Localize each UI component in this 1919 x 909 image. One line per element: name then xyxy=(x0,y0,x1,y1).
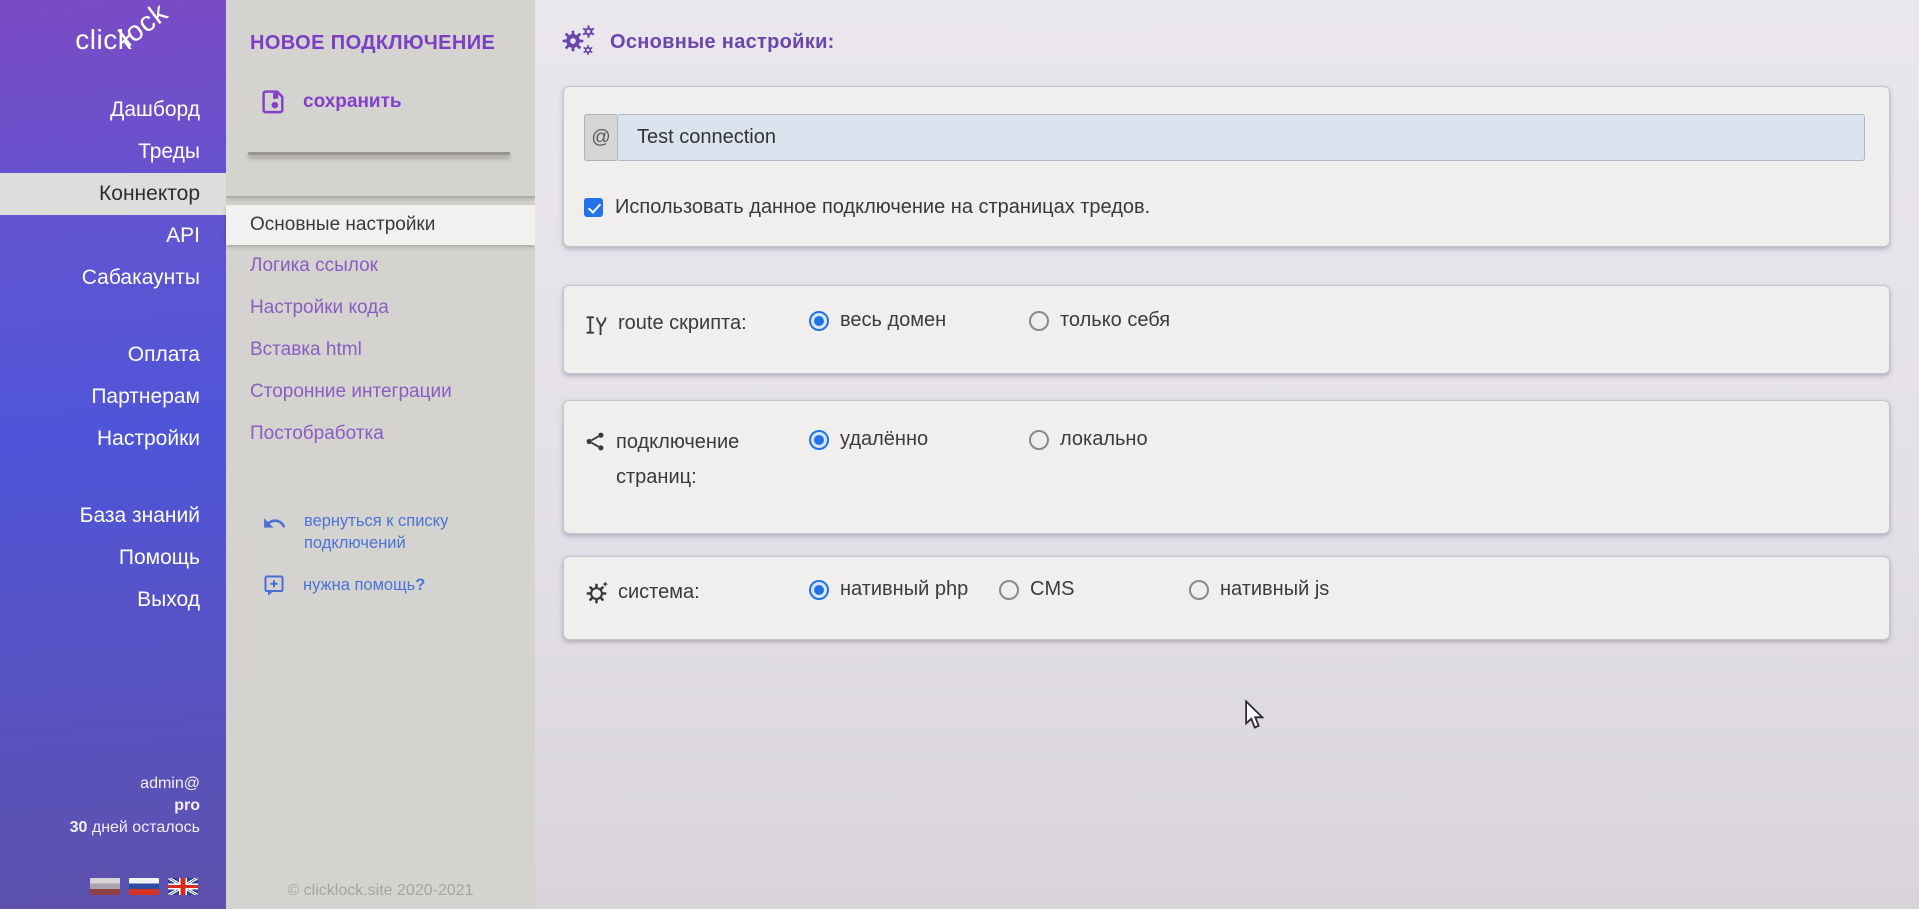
main-content: Основные настройки: @ Использовать данно… xyxy=(535,0,1919,909)
sidebar: clicklock Дашборд Треды Коннектор API Са… xyxy=(0,0,226,909)
use-on-threads-row[interactable]: Использовать данное подключение на стран… xyxy=(584,196,1869,219)
pages-label: подключение страниц: xyxy=(616,425,786,495)
flag-ru-icon[interactable] xyxy=(129,878,159,895)
sidebar-item-partners[interactable]: Партнерам xyxy=(0,376,226,418)
app-screen: clicklock Дашборд Треды Коннектор API Са… xyxy=(0,0,1919,909)
account-info: admin@ pro 30 дней осталось xyxy=(70,773,200,839)
connection-name-card: @ Использовать данное подключение на стр… xyxy=(563,86,1890,247)
radio-label: весь домен xyxy=(840,309,946,332)
sidebar-item-payment[interactable]: Оплата xyxy=(0,334,226,376)
back-to-connections-link[interactable]: вернуться к списку подключений xyxy=(262,510,492,554)
radio-label: нативный php xyxy=(840,578,968,601)
menu-item-code-settings[interactable]: Настройки кода xyxy=(226,287,535,329)
share-icon xyxy=(584,430,607,453)
menu-item-link-logic[interactable]: Логика ссылок xyxy=(226,245,535,287)
radio-only-self[interactable]: только себя xyxy=(1029,309,1249,332)
route-label: route скрипта: xyxy=(618,306,747,341)
radio-remote[interactable]: удалённо xyxy=(809,428,1029,451)
radio-label: удалённо xyxy=(840,428,928,451)
flag-uk-icon[interactable] xyxy=(168,878,198,895)
sidebar-item-logout[interactable]: Выход xyxy=(0,579,226,621)
checkbox-checked-icon[interactable] xyxy=(584,198,603,217)
menu-item-integrations[interactable]: Сторонние интеграции xyxy=(226,371,535,413)
copyright-footer: © clicklock.site 2020-2021 xyxy=(226,882,535,900)
page-heading: Основные настройки: xyxy=(560,24,835,60)
system-label-col: система: xyxy=(584,578,809,610)
sidebar-item-connector[interactable]: Коннектор xyxy=(0,173,226,215)
account-days-left: 30 дней осталось xyxy=(70,817,200,839)
panel-divider xyxy=(248,152,510,155)
menu-item-postprocessing[interactable]: Постобработка xyxy=(226,413,535,455)
radio-unselected-icon[interactable] xyxy=(1189,580,1209,600)
sidebar-item-knowledge-base[interactable]: База знаний xyxy=(0,495,226,537)
connection-settings-menu: Основные настройки Логика ссылок Настрой… xyxy=(226,205,535,455)
comment-plus-icon xyxy=(262,573,286,597)
system-label: система: xyxy=(618,575,700,610)
panel-title: НОВОЕ ПОДКЛЮЧЕНИЕ xyxy=(250,32,495,55)
radio-label: нативный js xyxy=(1220,578,1329,601)
back-link-label: вернуться к списку подключений xyxy=(304,510,484,554)
undo-arrow-icon xyxy=(262,511,287,536)
flag-ru-inactive-icon[interactable] xyxy=(90,878,120,895)
radio-native-php[interactable]: нативный php xyxy=(809,578,999,601)
radio-whole-domain[interactable]: весь домен xyxy=(809,309,1029,332)
sidebar-gap xyxy=(0,299,226,334)
at-prefix: @ xyxy=(584,114,617,161)
pages-connection-card: подключение страниц: удалённо локально xyxy=(563,400,1890,534)
page-title: Основные настройки: xyxy=(610,31,835,54)
days-number: 30 xyxy=(70,819,88,836)
checkbox-label: Использовать данное подключение на стран… xyxy=(615,196,1150,219)
sidebar-item-api[interactable]: API xyxy=(0,215,226,257)
sidebar-item-threads[interactable]: Треды xyxy=(0,131,226,173)
save-button-label: сохранить xyxy=(303,91,402,113)
radio-label: локально xyxy=(1060,428,1148,451)
route-label-col: route скрипта: xyxy=(584,309,809,341)
sidebar-item-help[interactable]: Помощь xyxy=(0,537,226,579)
floppy-save-icon xyxy=(260,88,287,115)
radio-unselected-icon[interactable] xyxy=(999,580,1019,600)
account-email: admin@ xyxy=(70,773,200,795)
sidebar-item-settings[interactable]: Настройки xyxy=(0,418,226,460)
radio-local[interactable]: локально xyxy=(1029,428,1249,451)
radio-selected-icon[interactable] xyxy=(809,580,829,600)
radio-cms[interactable]: CMS xyxy=(999,578,1189,601)
account-plan-badge: pro xyxy=(70,795,200,817)
panel-divider xyxy=(226,196,535,198)
radio-unselected-icon[interactable] xyxy=(1029,430,1049,450)
gears-icon xyxy=(560,24,596,60)
system-card: система: нативный php CMS нативный js xyxy=(563,556,1890,640)
sidebar-item-dashboard[interactable]: Дашборд xyxy=(0,89,226,131)
radio-selected-icon[interactable] xyxy=(809,430,829,450)
help-link-label: нужна помощь? xyxy=(303,574,425,596)
route-icon xyxy=(584,311,609,339)
radio-unselected-icon[interactable] xyxy=(1029,311,1049,331)
days-text: дней осталось xyxy=(87,819,200,836)
radio-label: CMS xyxy=(1030,578,1074,601)
radio-selected-icon[interactable] xyxy=(809,311,829,331)
connection-name-group: @ xyxy=(584,114,1865,161)
menu-item-html-insert[interactable]: Вставка html xyxy=(226,329,535,371)
connection-panel: НОВОЕ ПОДКЛЮЧЕНИЕ сохранить Основные нас… xyxy=(226,0,535,909)
connection-name-input[interactable] xyxy=(617,114,1865,161)
radio-label: только себя xyxy=(1060,309,1170,332)
pages-label-col: подключение страниц: xyxy=(584,428,809,495)
route-script-card: route скрипта: весь домен только себя xyxy=(563,285,1890,374)
radio-native-js[interactable]: нативный js xyxy=(1189,578,1379,601)
language-switcher xyxy=(90,878,198,895)
sidebar-item-subaccounts[interactable]: Сабакаунты xyxy=(0,257,226,299)
mouse-cursor xyxy=(1243,700,1267,730)
clicklock-logo[interactable]: clicklock xyxy=(75,24,184,56)
need-help-link[interactable]: нужна помощь? xyxy=(262,572,425,597)
menu-item-main-settings[interactable]: Основные настройки xyxy=(226,205,535,245)
save-button[interactable]: сохранить xyxy=(260,88,402,115)
sidebar-gap xyxy=(0,460,226,495)
sidebar-nav: Дашборд Треды Коннектор API Сабакаунты О… xyxy=(0,89,226,621)
gear-suggest-icon xyxy=(584,580,609,605)
